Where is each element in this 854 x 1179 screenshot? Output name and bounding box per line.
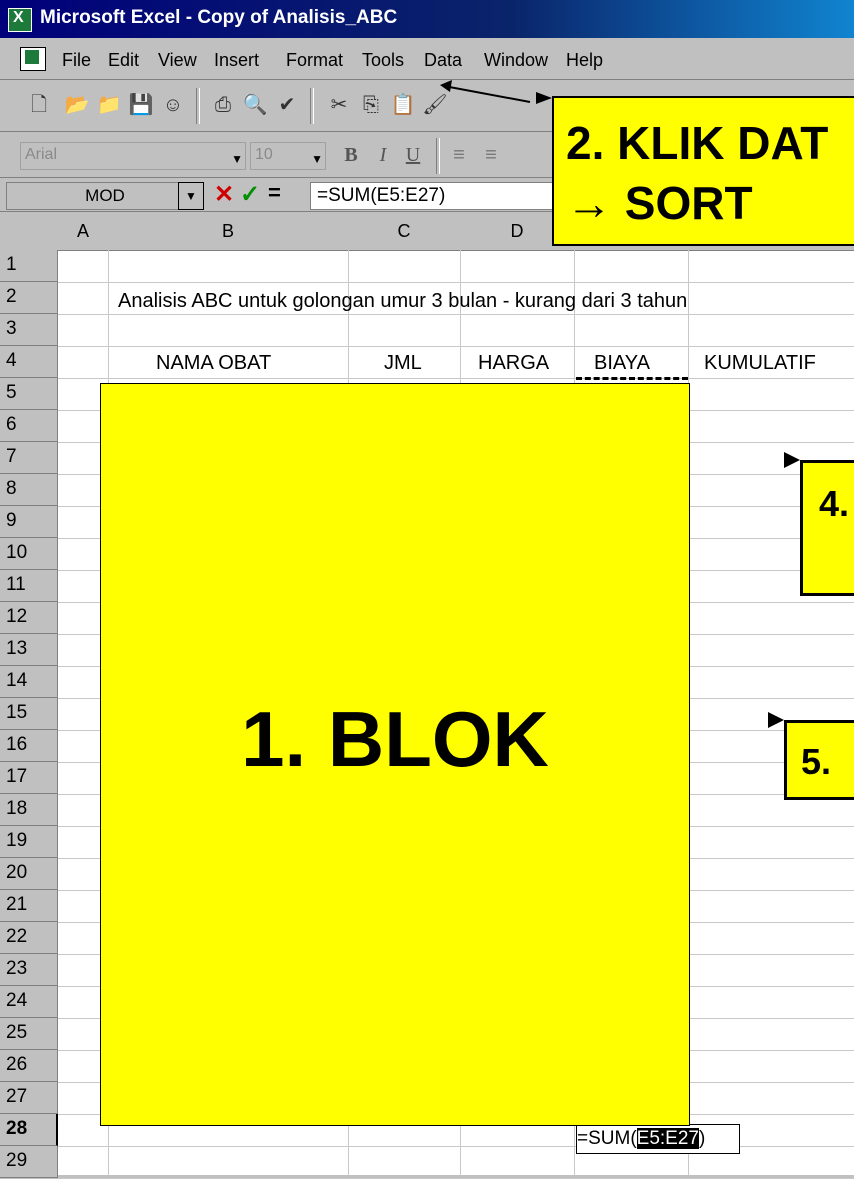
row-header-14[interactable]: 14 xyxy=(0,666,58,698)
row-header-26[interactable]: 26 xyxy=(0,1050,58,1082)
annotation-step1-block: 1. BLOK xyxy=(100,383,690,1126)
open-folder-icon[interactable]: 📁 xyxy=(96,92,122,118)
menu-view[interactable]: View xyxy=(158,50,197,71)
format-painter-icon[interactable]: 🖌 xyxy=(422,92,448,118)
row-header-3[interactable]: 3 xyxy=(0,314,58,346)
cell-e4-header[interactable]: BIAYA xyxy=(594,352,650,375)
row-header-1[interactable]: 1 xyxy=(0,250,58,282)
row-header-23[interactable]: 23 xyxy=(0,954,58,986)
row-header-19[interactable]: 19 xyxy=(0,826,58,858)
print-preview-icon[interactable]: 🔍 xyxy=(242,92,268,118)
cell-f4-header[interactable]: KUMULATIF xyxy=(704,352,816,375)
underline-icon[interactable]: U xyxy=(400,142,426,168)
row-gridline xyxy=(58,282,854,283)
row-header-29[interactable]: 29 xyxy=(0,1146,58,1178)
row-header-16[interactable]: 16 xyxy=(0,730,58,762)
menu-insert[interactable]: Insert xyxy=(214,50,259,71)
edit-formula-icon[interactable]: = xyxy=(268,180,281,206)
row-header-7[interactable]: 7 xyxy=(0,442,58,474)
annotation-step2-line1: 2. KLIK DAT xyxy=(566,117,829,169)
row-header-11[interactable]: 11 xyxy=(0,570,58,602)
window-title: Microsoft Excel - Copy of Analisis_ABC xyxy=(40,7,398,28)
row-gridline xyxy=(58,378,854,379)
row-header-21[interactable]: 21 xyxy=(0,890,58,922)
spelling-icon[interactable]: ✔ xyxy=(274,92,300,118)
font-name-value: Arial xyxy=(25,146,58,163)
row-gridline xyxy=(58,314,854,315)
workbook-icon[interactable] xyxy=(20,47,46,71)
select-all-corner[interactable] xyxy=(0,212,59,251)
font-size-value: 10 xyxy=(255,146,273,163)
row-header-13[interactable]: 13 xyxy=(0,634,58,666)
menu-tools[interactable]: Tools xyxy=(362,50,404,71)
chevron-down-icon: ▼ xyxy=(231,152,243,166)
row-header-2[interactable]: 2 xyxy=(0,282,58,314)
annotation-step2-line2: → SORT xyxy=(566,177,753,229)
enter-formula-icon[interactable]: ✓ xyxy=(240,180,260,209)
row-header-8[interactable]: 8 xyxy=(0,474,58,506)
row-header-28[interactable]: 28 xyxy=(0,1114,58,1146)
cell-e28-editing[interactable]: =SUM(E5:E27) xyxy=(576,1124,740,1154)
row-header-9[interactable]: 9 xyxy=(0,506,58,538)
align-left-icon[interactable]: ≡ xyxy=(446,142,472,168)
row-header-27[interactable]: 27 xyxy=(0,1082,58,1114)
annotation-step5-callout: 5. xyxy=(784,720,854,800)
row-gridline xyxy=(58,346,854,347)
column-header-c[interactable]: C xyxy=(348,212,461,251)
copy-icon[interactable]: ⎘ xyxy=(358,92,384,118)
row-header-15[interactable]: 15 xyxy=(0,698,58,730)
smiley-icon[interactable]: ☺ xyxy=(160,92,186,118)
menu-data[interactable]: Data xyxy=(424,50,462,71)
cell-d4-header[interactable]: HARGA xyxy=(478,352,549,375)
name-box-value: MOD xyxy=(85,186,125,205)
row-header-25[interactable]: 25 xyxy=(0,1018,58,1050)
title-bar: X Microsoft Excel - Copy of Analisis_ABC xyxy=(0,0,854,38)
row-header-18[interactable]: 18 xyxy=(0,794,58,826)
open-icon[interactable]: 📂 xyxy=(64,92,90,118)
font-name-select[interactable]: Arial ▼ xyxy=(20,142,246,170)
print-icon[interactable]: ⎙ xyxy=(210,92,236,118)
column-header-b[interactable]: B xyxy=(108,212,349,251)
annotation-step5-label: 5. xyxy=(801,741,832,782)
paste-icon[interactable]: 📋 xyxy=(390,92,416,118)
italic-icon[interactable]: I xyxy=(370,142,396,168)
row-header-4[interactable]: 4 xyxy=(0,346,58,378)
annotation-step4-callout: 4. xyxy=(800,460,854,596)
menu-bar: File Edit View Insert Format Tools Data … xyxy=(0,38,854,80)
cell-c4-header[interactable]: JML xyxy=(384,352,422,375)
formula-suffix: ) xyxy=(698,1128,706,1149)
cell-b2-title[interactable]: Analisis ABC untuk golongan umur 3 bulan… xyxy=(118,290,687,313)
cancel-formula-icon[interactable]: ✕ xyxy=(214,180,234,209)
menu-window[interactable]: Window xyxy=(484,50,548,71)
column-header-a[interactable]: A xyxy=(58,212,109,251)
font-size-select[interactable]: 10 ▼ xyxy=(250,142,326,170)
row-header-24[interactable]: 24 xyxy=(0,986,58,1018)
menu-format[interactable]: Format xyxy=(286,50,343,71)
row-header-10[interactable]: 10 xyxy=(0,538,58,570)
formula-range-highlight: E5:E27 xyxy=(636,1128,699,1149)
annotation-step4-label: 4. xyxy=(819,483,850,524)
save-icon[interactable]: 💾 xyxy=(128,92,154,118)
bold-icon[interactable]: B xyxy=(338,142,364,168)
chevron-down-icon[interactable]: ▼ xyxy=(178,182,204,210)
row-header-22[interactable]: 22 xyxy=(0,922,58,954)
row-header-6[interactable]: 6 xyxy=(0,410,58,442)
annotation-step2-callout: 2. KLIK DAT → SORT xyxy=(552,96,854,246)
row-header-5[interactable]: 5 xyxy=(0,378,58,410)
name-box[interactable]: MOD ▼ xyxy=(6,182,204,210)
menu-edit[interactable]: Edit xyxy=(108,50,139,71)
cut-icon[interactable]: ✂ xyxy=(326,92,352,118)
excel-icon[interactable]: X xyxy=(8,8,32,32)
menu-help[interactable]: Help xyxy=(566,50,603,71)
cell-b4-header[interactable]: NAMA OBAT xyxy=(156,352,271,375)
new-icon[interactable]: 🗋 xyxy=(26,92,52,118)
row-header-17[interactable]: 17 xyxy=(0,762,58,794)
annotation-step1-label: 1. BLOK xyxy=(241,695,549,783)
formula-prefix: =SUM( xyxy=(577,1128,637,1149)
menu-file[interactable]: File xyxy=(62,50,91,71)
align-center-icon[interactable]: ≡ xyxy=(478,142,504,168)
chevron-down-icon: ▼ xyxy=(311,152,323,166)
row-header-20[interactable]: 20 xyxy=(0,858,58,890)
row-header-12[interactable]: 12 xyxy=(0,602,58,634)
